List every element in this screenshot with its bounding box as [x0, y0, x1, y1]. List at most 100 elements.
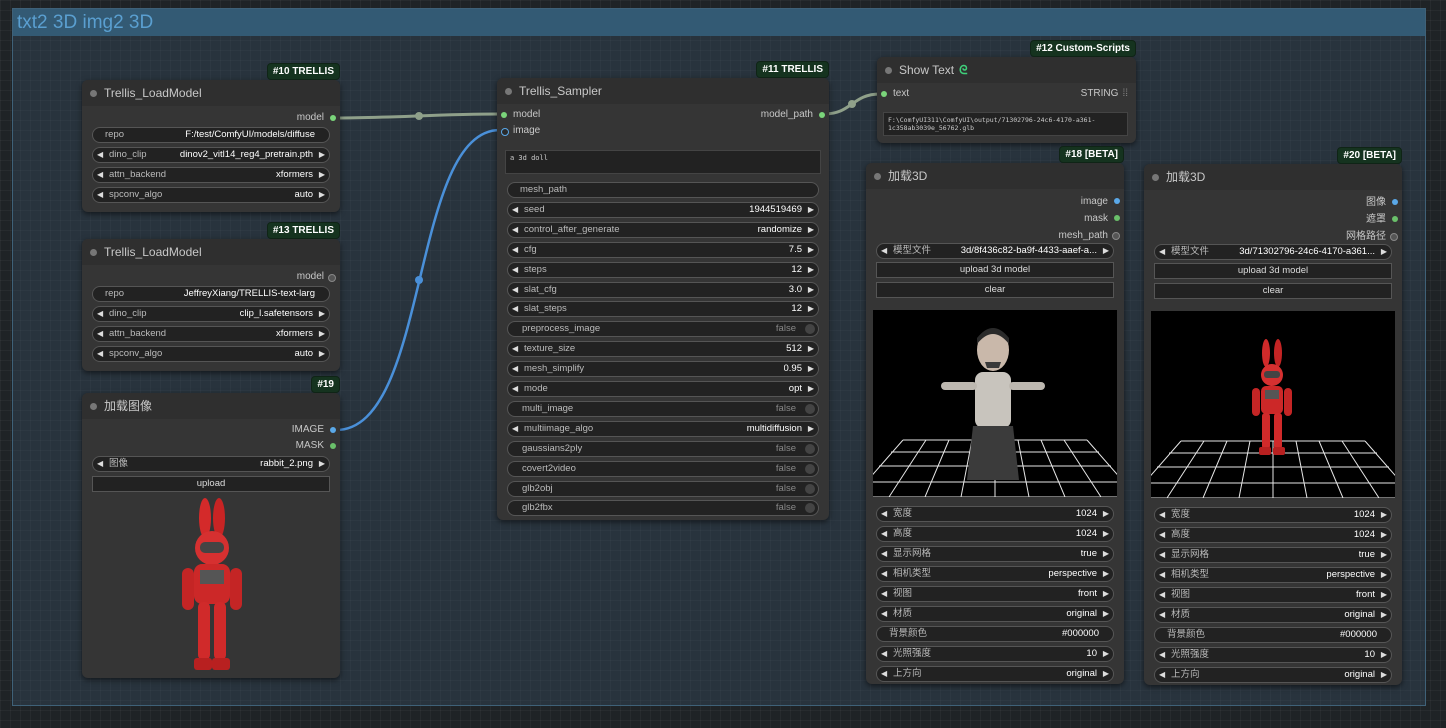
input-text[interactable]: text	[877, 86, 909, 102]
toggle-knob-icon[interactable]	[805, 483, 815, 494]
node-trellis-loadmodel-10[interactable]: #10 TRELLIS Trellis_LoadModel model repo…	[82, 63, 340, 212]
arrow-left-icon[interactable]: ◀	[97, 168, 103, 182]
arrow-left-icon[interactable]: ◀	[512, 302, 518, 316]
arrow-left-icon[interactable]: ◀	[881, 607, 887, 621]
mesh-path-socket-icon[interactable]	[1390, 233, 1398, 241]
widget-8[interactable]: ◀ texture_size 512 ▶	[507, 341, 819, 358]
widget-3[interactable]: ◀ cfg 7.5 ▶	[507, 241, 819, 258]
output-image[interactable]: image	[866, 193, 1124, 210]
group-title[interactable]: txt2 3D img2 3D	[13, 9, 1425, 36]
arrow-right-icon[interactable]: ▶	[319, 168, 325, 182]
widget-7[interactable]: ◀ 光照强度 10 ▶	[876, 646, 1114, 662]
node-title[interactable]: 加载3D	[1144, 164, 1402, 190]
upload-3d-model-button[interactable]: upload 3d model	[876, 262, 1114, 278]
image-socket-icon[interactable]	[1392, 199, 1398, 205]
widget-1[interactable]: ◀ seed 1944519469 ▶	[507, 201, 819, 218]
widget-3[interactable]: ◀ 相机类型 perspective ▶	[1154, 567, 1392, 583]
widget-3[interactable]: ◀ 相机类型 perspective ▶	[876, 566, 1114, 582]
mask-socket-icon[interactable]	[1392, 216, 1398, 222]
toggle-knob-icon[interactable]	[805, 503, 815, 514]
mesh-path-socket-icon[interactable]	[1112, 232, 1120, 240]
upload-button[interactable]: upload	[92, 476, 330, 492]
widget-0[interactable]: mesh_path	[507, 182, 819, 198]
arrow-right-icon[interactable]: ▶	[1103, 567, 1109, 581]
arrow-left-icon[interactable]: ◀	[97, 327, 103, 341]
output-image[interactable]: IMAGE	[82, 422, 340, 438]
widget-14[interactable]: covert2video false	[507, 460, 819, 477]
mask-socket-icon[interactable]	[330, 443, 336, 449]
widget-12[interactable]: ◀ multiimage_algo multidiffusion ▶	[507, 420, 819, 437]
arrow-right-icon[interactable]: ▶	[1103, 547, 1109, 561]
image-socket-icon[interactable]	[330, 427, 336, 433]
widget-2[interactable]: ◀ 显示网格 true ▶	[1154, 547, 1392, 563]
arrow-right-icon[interactable]: ▶	[808, 382, 814, 396]
arrow-left-icon[interactable]: ◀	[512, 362, 518, 376]
repo-field[interactable]: repo F:/test/ComfyUI/models/diffuse	[92, 127, 330, 143]
arrow-right-icon[interactable]: ▶	[1103, 527, 1109, 541]
node-show-text-12[interactable]: #12 Custom-Scripts Show Text ᘓ text STRIN…	[877, 40, 1136, 143]
toggle-knob-icon[interactable]	[805, 324, 815, 335]
widget-10[interactable]: ◀ mode opt ▶	[507, 381, 819, 397]
arrow-right-icon[interactable]: ▶	[319, 327, 325, 341]
arrow-right-icon[interactable]: ▶	[808, 283, 814, 297]
clear-button[interactable]: clear	[1154, 283, 1392, 299]
input-image[interactable]: image	[497, 123, 829, 139]
arrow-left-icon[interactable]: ◀	[881, 527, 887, 541]
arrow-right-icon[interactable]: ▶	[1103, 244, 1109, 258]
node-title[interactable]: Trellis_Sampler	[497, 78, 829, 104]
widget-8[interactable]: ◀ 上方向 original ▶	[876, 666, 1114, 682]
arrow-right-icon[interactable]: ▶	[1381, 508, 1387, 522]
node-title[interactable]: Trellis_LoadModel	[82, 80, 340, 106]
widget-5[interactable]: ◀ 材质 original ▶	[1154, 607, 1392, 623]
image-socket-icon[interactable]	[501, 128, 509, 136]
dino-clip-combo[interactable]: ◀ dino_clip clip_l.safetensors ▶	[92, 306, 330, 322]
arrow-right-icon[interactable]: ▶	[1103, 587, 1109, 601]
widget-11[interactable]: multi_image false	[507, 400, 819, 417]
arrow-right-icon[interactable]: ▶	[1103, 667, 1109, 681]
output-mesh-path[interactable]: 网格路径	[1144, 228, 1402, 245]
input-model[interactable]: model	[497, 107, 540, 123]
widget-8[interactable]: ◀ 上方向 original ▶	[1154, 667, 1392, 683]
arrow-left-icon[interactable]: ◀	[97, 148, 103, 162]
collapse-dot-icon[interactable]	[90, 249, 97, 256]
widget-7[interactable]: ◀ 光照强度 10 ▶	[1154, 647, 1392, 663]
model-socket-icon[interactable]	[501, 112, 507, 118]
arrow-right-icon[interactable]: ▶	[808, 223, 814, 237]
arrow-left-icon[interactable]: ◀	[512, 283, 518, 297]
attn-backend-combo[interactable]: ◀ attn_backend xformers ▶	[92, 167, 330, 183]
arrow-right-icon[interactable]: ▶	[1381, 568, 1387, 582]
arrow-left-icon[interactable]: ◀	[512, 243, 518, 257]
widget-6[interactable]: 背景颜色 #000000	[1154, 627, 1392, 643]
arrow-right-icon[interactable]: ▶	[1381, 548, 1387, 562]
arrow-left-icon[interactable]: ◀	[881, 647, 887, 661]
arrow-left-icon[interactable]: ◀	[97, 307, 103, 321]
widget-0[interactable]: ◀ 宽度 1024 ▶	[1154, 507, 1392, 523]
widget-5[interactable]: ◀ slat_cfg 3.0 ▶	[507, 281, 819, 298]
widget-0[interactable]: ◀ 宽度 1024 ▶	[876, 506, 1114, 522]
arrow-left-icon[interactable]: ◀	[1159, 588, 1165, 602]
output-text[interactable]: F:\ComfyUI311\ComfyUI\output/71302796-24…	[883, 112, 1128, 136]
output-mask[interactable]: MASK	[82, 438, 340, 454]
model-socket-icon[interactable]	[330, 115, 336, 121]
arrow-right-icon[interactable]: ▶	[1381, 608, 1387, 622]
arrow-right-icon[interactable]: ▶	[808, 302, 814, 316]
collapse-dot-icon[interactable]	[874, 173, 881, 180]
node-trellis-sampler-11[interactable]: #11 TRELLIS Trellis_Sampler model model_…	[497, 61, 829, 520]
widget-2[interactable]: ◀ 显示网格 true ▶	[876, 546, 1114, 562]
node-title[interactable]: 加载图像	[82, 393, 340, 419]
arrow-left-icon[interactable]: ◀	[881, 567, 887, 581]
arrow-left-icon[interactable]: ◀	[512, 342, 518, 356]
node-trellis-loadmodel-13[interactable]: #13 TRELLIS Trellis_LoadModel model repo…	[82, 222, 340, 371]
node-load-3d-20[interactable]: #20 [BETA] 加载3D 图像 遮罩 网格路径 ◀ 模型文件 3d/71302…	[1144, 147, 1402, 685]
widget-1[interactable]: ◀ 高度 1024 ▶	[876, 526, 1114, 542]
spconv-algo-combo[interactable]: ◀ spconv_algo auto ▶	[92, 187, 330, 203]
arrow-right-icon[interactable]: ▶	[319, 307, 325, 321]
image-socket-icon[interactable]	[1114, 198, 1120, 204]
arrow-right-icon[interactable]: ▶	[319, 457, 325, 471]
arrow-left-icon[interactable]: ◀	[1159, 508, 1165, 522]
collapse-dot-icon[interactable]	[90, 90, 97, 97]
dino-clip-combo[interactable]: ◀ dino_clip dinov2_vitl14_reg4_pretrain.pt…	[92, 147, 330, 163]
model-path-socket-icon[interactable]	[819, 112, 825, 118]
collapse-dot-icon[interactable]	[505, 88, 512, 95]
collapse-dot-icon[interactable]	[90, 403, 97, 410]
